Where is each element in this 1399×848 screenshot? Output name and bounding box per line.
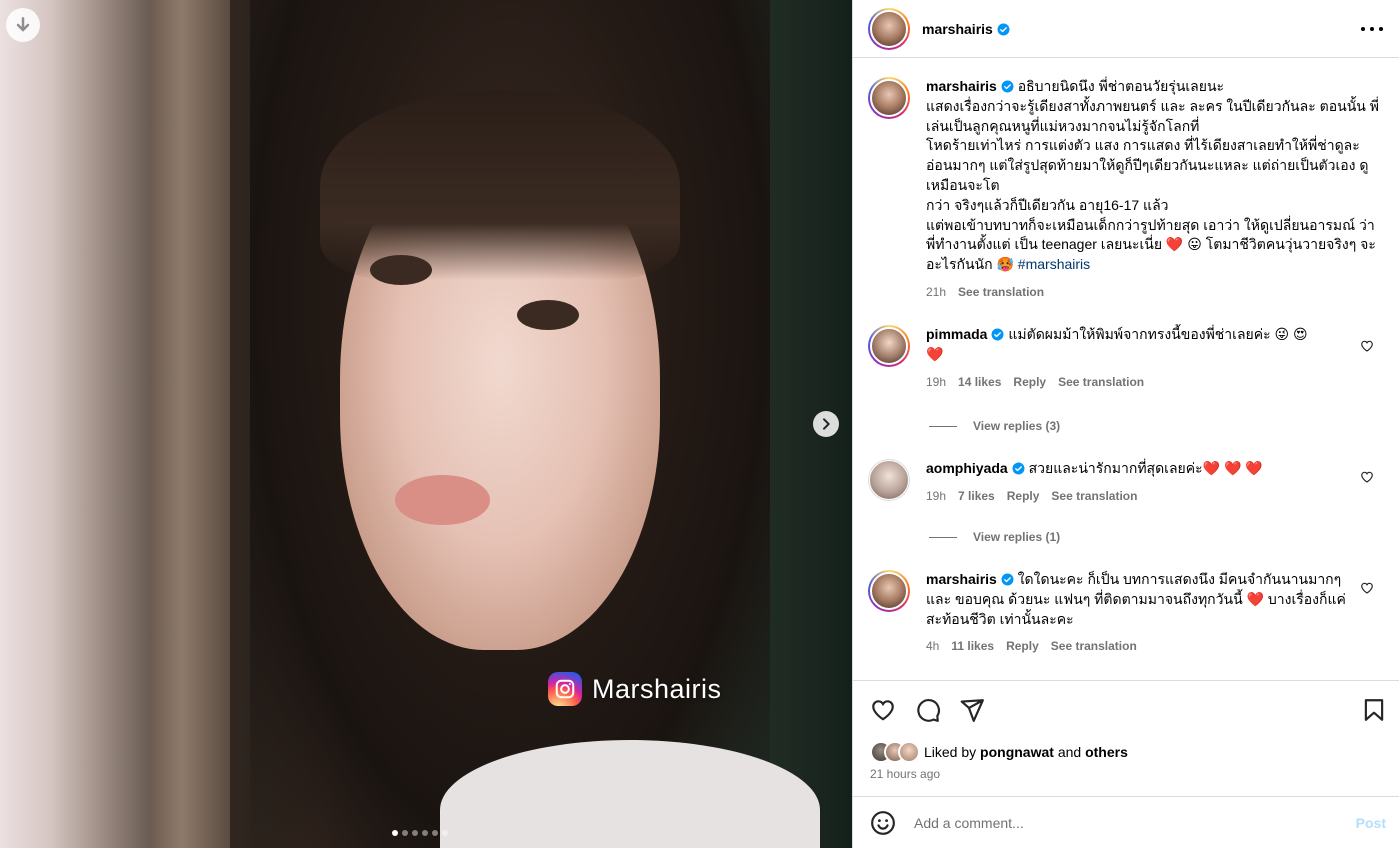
media-eye-left xyxy=(370,255,432,285)
verified-badge-icon xyxy=(992,328,1004,341)
post-button[interactable]: Post xyxy=(1356,815,1386,831)
watermark-text: Marshairis xyxy=(592,673,722,704)
see-translation-link[interactable]: See translation xyxy=(1051,637,1137,657)
comment-time[interactable]: 19h xyxy=(926,373,946,393)
media-background xyxy=(0,0,150,848)
post-media[interactable]: Marshairis xyxy=(0,0,852,848)
comment-username[interactable]: aomphiyada xyxy=(926,460,1008,476)
like-comment-heart-icon[interactable] xyxy=(1360,339,1374,353)
liked-by-others[interactable]: others xyxy=(1085,744,1128,760)
carousel-dot xyxy=(432,830,438,836)
header-username[interactable]: marshairis xyxy=(922,21,1010,37)
reply-button[interactable]: Reply xyxy=(1006,637,1039,657)
liked-by-and: and xyxy=(1057,744,1082,760)
media-eye-right xyxy=(517,300,579,330)
caption-hashtag[interactable]: #marshairis xyxy=(1018,256,1090,272)
avatar[interactable] xyxy=(868,459,910,501)
media-lips xyxy=(395,475,490,525)
verified-badge-icon xyxy=(1001,573,1014,586)
comment-time[interactable]: 4h xyxy=(926,637,939,657)
comment-likes[interactable]: 7 likes xyxy=(958,487,995,507)
comment-input[interactable] xyxy=(914,814,1324,831)
carousel-dots xyxy=(392,830,448,836)
see-translation-link[interactable]: See translation xyxy=(1058,373,1144,393)
instagram-logo-icon xyxy=(548,672,582,706)
comment-likes[interactable]: 14 likes xyxy=(958,373,1001,393)
carousel-dot xyxy=(442,830,448,836)
post-time[interactable]: 21 hours ago xyxy=(870,767,940,781)
arrow-down-icon xyxy=(16,17,30,32)
liked-by-avatars[interactable] xyxy=(870,741,924,763)
carousel-dot xyxy=(392,830,398,836)
emoji-icon[interactable] xyxy=(870,810,896,836)
view-replies-button[interactable]: View replies (1) xyxy=(929,530,1060,544)
liked-by-user[interactable]: pongnawat xyxy=(980,744,1054,760)
avatar[interactable] xyxy=(868,325,910,367)
media-watermark: Marshairis xyxy=(548,672,722,706)
media-background-post xyxy=(150,0,230,848)
liked-by-prefix: Liked by xyxy=(924,744,977,760)
avatar[interactable] xyxy=(868,77,910,119)
reply-button[interactable]: Reply xyxy=(1013,373,1046,393)
next-slide-button[interactable] xyxy=(813,411,839,437)
verified-badge-icon xyxy=(1012,462,1025,475)
carousel-dot xyxy=(412,830,418,836)
comment-composer: Post xyxy=(853,796,1399,848)
avatar[interactable] xyxy=(868,570,910,612)
post-actions: Liked by pongnawat and others 21 hours a… xyxy=(853,680,1399,796)
comment-text: สวยและน่ารักมากที่สุดเลยค่ะ❤️ ❤️ ❤️ xyxy=(1028,460,1263,476)
post-side-panel: marshairis marshairis อธิบายนิดนึง พี่ช่… xyxy=(852,0,1399,848)
comment-time[interactable]: 19h xyxy=(926,487,946,507)
caption-text: อธิบายนิดนึง พี่ช่าตอนวัยรุ่นเลยนะ แสดงเ… xyxy=(926,78,1379,273)
see-translation-link[interactable]: See translation xyxy=(1051,487,1137,507)
avatar[interactable] xyxy=(868,7,910,50)
caption-username[interactable]: marshairis xyxy=(926,78,997,94)
comment-likes[interactable]: 11 likes xyxy=(951,637,994,657)
reply-button[interactable]: Reply xyxy=(1007,487,1040,507)
liked-by: Liked by pongnawat and others xyxy=(870,741,1128,763)
like-comment-heart-icon[interactable] xyxy=(1360,470,1374,484)
chevron-right-icon xyxy=(823,418,830,430)
comment-username[interactable]: pimmada xyxy=(926,326,987,342)
comment-username[interactable]: marshairis xyxy=(926,571,997,587)
avatar xyxy=(898,741,920,763)
download-button[interactable] xyxy=(6,8,40,42)
caption-time[interactable]: 21h xyxy=(926,283,946,303)
view-replies-button[interactable]: View replies (3) xyxy=(929,419,1060,433)
carousel-dot xyxy=(402,830,408,836)
like-heart-icon[interactable] xyxy=(870,697,896,723)
share-paper-plane-icon[interactable] xyxy=(959,697,985,723)
more-horizontal-icon xyxy=(1361,27,1365,31)
verified-badge-icon xyxy=(1001,80,1014,93)
see-translation-link[interactable]: See translation xyxy=(958,283,1044,303)
comment-bubble-icon[interactable] xyxy=(915,697,941,723)
comments-list[interactable]: marshairis อธิบายนิดนึง พี่ช่าตอนวัยรุ่น… xyxy=(853,59,1399,679)
carousel-dot xyxy=(422,830,428,836)
media-bangs xyxy=(320,90,680,280)
verified-badge-icon xyxy=(997,23,1010,35)
more-options-button[interactable] xyxy=(1361,19,1383,39)
post-header: marshairis xyxy=(853,0,1399,58)
like-comment-heart-icon[interactable] xyxy=(1360,581,1374,595)
bookmark-icon[interactable] xyxy=(1361,697,1387,723)
